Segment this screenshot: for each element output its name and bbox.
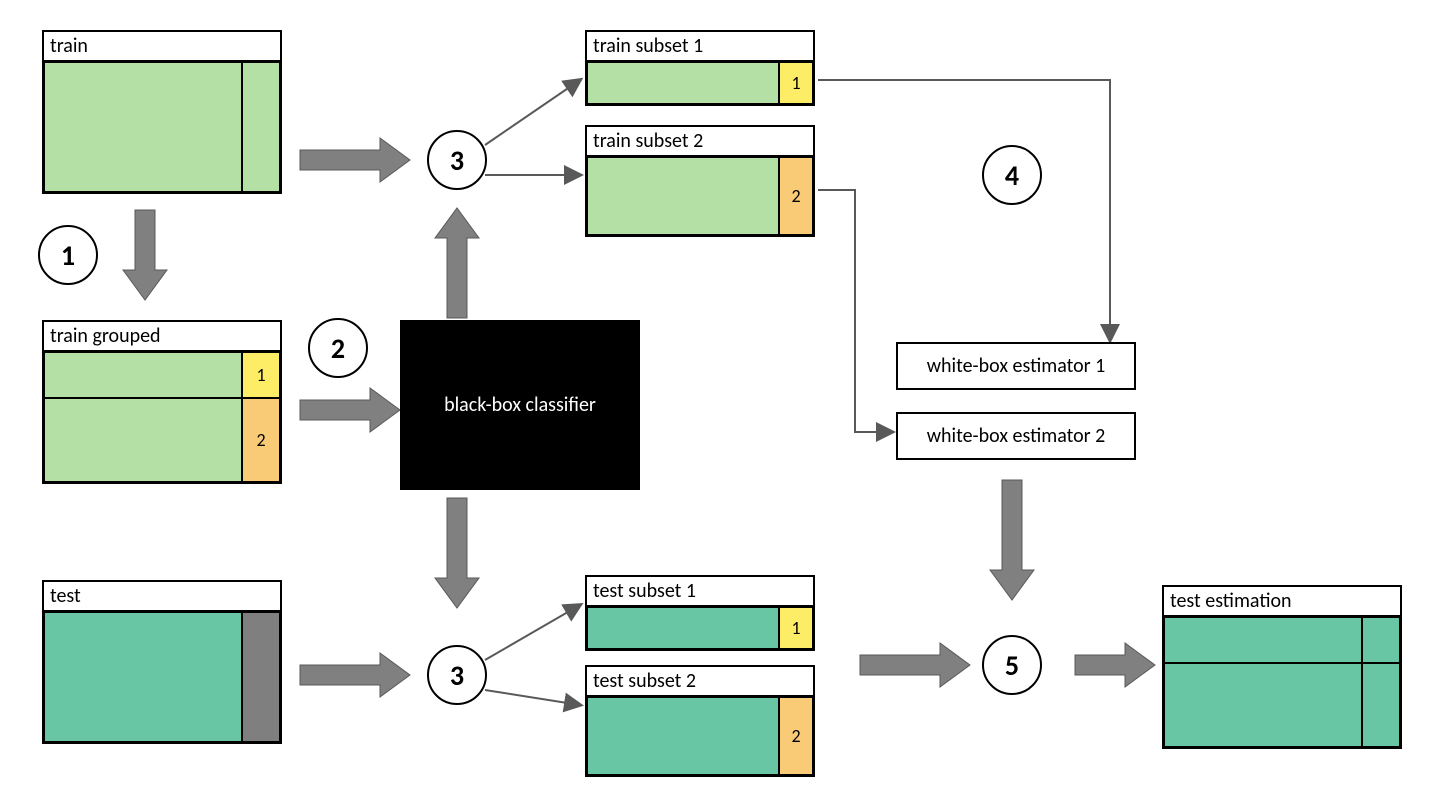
train-subset-2-title: train subset 2 [587,127,813,157]
test-subset-1-box: test subset 1 1 [585,575,815,651]
test-subset-1-title: test subset 1 [587,577,813,607]
step-1: 1 [38,225,98,285]
tag-1: 1 [242,352,280,398]
test-estimation-box: test estimation [1162,585,1402,749]
tag-1: 1 [779,62,813,104]
train-box: train [42,30,282,194]
train-title: train [44,32,280,62]
test-estimation-title: test estimation [1164,587,1400,617]
step-3-bottom: 3 [427,645,487,705]
white-box-estimator-2: white-box estimator 2 [896,412,1136,460]
test-subset-2-box: test subset 2 2 [585,665,815,777]
test-subset-2-title: test subset 2 [587,667,813,697]
step-5: 5 [982,635,1042,695]
train-subset-1-title: train subset 1 [587,32,813,62]
tag-1: 1 [779,607,813,649]
train-grouped-title: train grouped [44,322,280,352]
tag-2: 2 [779,157,813,235]
black-box-classifier: black-box classifier [400,320,640,490]
diagram-stage: train train grouped 1 2 train subset 1 1… [0,0,1438,805]
tag-2: 2 [779,697,813,775]
step-4: 4 [982,145,1042,205]
train-grouped-box: train grouped 1 2 [42,320,282,484]
white-box-estimator-1: white-box estimator 1 [896,342,1136,390]
test-title: test [44,582,280,612]
train-subset-2-box: train subset 2 2 [585,125,815,237]
test-box: test [42,580,282,744]
black-box-label: black-box classifier [444,393,596,417]
step-3-top: 3 [427,130,487,190]
tag-2: 2 [242,398,280,482]
step-2: 2 [308,318,368,378]
train-subset-1-box: train subset 1 1 [585,30,815,106]
